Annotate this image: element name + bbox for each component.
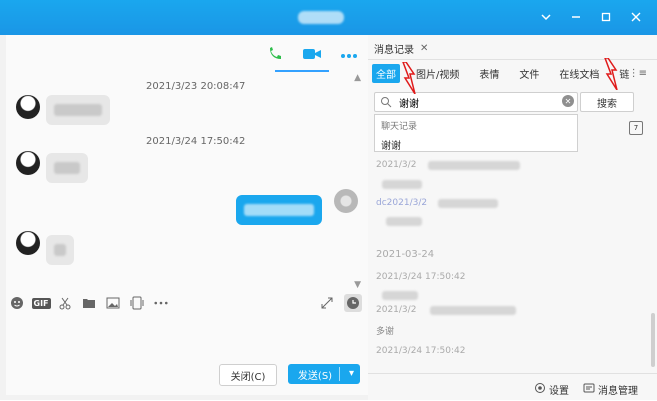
scroll-down-icon[interactable]: ▼ [354,280,361,290]
clear-icon[interactable]: ✕ [562,95,574,107]
folder-icon[interactable] [82,296,96,310]
send-button-separator [339,367,340,381]
send-button[interactable]: 发送(S) ▾ [288,364,360,384]
close-button[interactable]: 关闭(C) [219,364,277,386]
filter-more-icon[interactable]: ⋮≡ [629,68,647,79]
history-entry[interactable]: 2021/3/24 17:50:42 [376,346,465,356]
history-entry[interactable]: 2021/3/2 [376,160,416,170]
manager-icon [583,382,595,397]
search-icon [379,95,393,109]
filter-online-doc[interactable]: 在线文档 [555,64,603,83]
message-bubble-incoming[interactable] [46,153,88,183]
history-entry[interactable]: dc2021/3/2 [376,198,427,208]
history-entry-label: dc2021/3/2 [376,198,428,208]
close-icon[interactable] [629,10,643,24]
calendar-icon[interactable]: 7 [629,121,643,135]
title-bar [0,0,657,35]
expand-icon[interactable] [320,296,334,310]
history-entry-label: 2021/3/2 [376,160,417,170]
avatar[interactable] [16,231,40,255]
message-bubble-incoming[interactable] [46,95,110,125]
maximize-icon[interactable] [599,10,613,24]
emoji-icon[interactable] [10,296,24,310]
close-tab-icon[interactable]: ✕ [420,43,428,54]
filter-emoji[interactable]: 表情 [475,64,503,83]
clock-icon[interactable] [344,294,362,312]
history-entry-label: 多谢 [376,327,395,337]
more-icon[interactable] [154,296,168,310]
history-entry-blurred [386,217,422,226]
window-title-blurred [298,11,344,24]
history-entry-label: 2021/3/2 [376,305,417,315]
chat-panel: ▲ ▼ 2021/3/23 20:08:47 2021/3/24 17:50:4… [6,35,369,395]
filter-image-video[interactable]: 图片/视频 [412,64,463,83]
image-icon[interactable] [106,296,120,310]
minimize-icon[interactable] [569,10,583,24]
suggestion-item[interactable]: 谢谢 [381,137,401,152]
history-bottom-bar: 设置 消息管理 [368,373,657,401]
gif-icon[interactable]: GIF [31,296,51,310]
window-controls [539,10,643,24]
history-entry-blurred [438,199,498,208]
phone-icon[interactable] [266,45,284,66]
video-icon[interactable] [302,45,322,66]
history-search-input[interactable] [397,95,551,109]
history-entry-label: 2021/3/24 17:50:42 [376,346,466,356]
history-scrollbar[interactable] [651,313,655,367]
history-entry-blurred [382,180,422,189]
message-timestamp: 2021/3/23 20:08:47 [146,81,246,92]
search-button[interactable]: 搜索 [580,92,634,112]
message-manager-button[interactable]: 消息管理 [583,382,638,397]
history-entry[interactable]: 2021/3/24 17:50:42 [376,272,465,282]
history-entry[interactable]: 2021/3/2 [376,305,416,315]
history-entry[interactable]: 多谢 [376,324,394,337]
filter-all[interactable]: 全部 [372,64,400,83]
history-entry-blurred [428,161,520,170]
chevron-down-icon[interactable]: ▾ [349,368,354,379]
scissors-icon[interactable] [58,296,72,310]
manager-label: 消息管理 [598,386,638,397]
search-suggestion-dropdown: 聊天记录 谢谢 [374,114,578,152]
settings-icon [534,382,546,397]
screen-icon[interactable] [130,296,144,310]
avatar[interactable] [16,151,40,175]
active-call-tab-underline [275,70,329,72]
annotation-arrow [604,58,618,90]
scroll-up-icon[interactable]: ▲ [354,73,361,83]
chevron-down-icon[interactable] [539,10,553,24]
chat-call-icons [266,45,358,66]
message-timestamp: 2021/3/24 17:50:42 [146,136,246,147]
history-search-box: ✕ [374,92,578,112]
history-tab-label: 消息记录 [374,45,414,56]
history-tab[interactable]: 消息记录 ✕ [374,41,428,56]
suggestion-header: 聊天记录 [381,122,418,132]
settings-label: 设置 [549,386,569,397]
history-entry-label: 2021/3/24 17:50:42 [376,272,466,282]
chat-input-toolbar: GIF [10,294,362,312]
qq-chat-window: ▲ ▼ 2021/3/23 20:08:47 2021/3/24 17:50:4… [0,0,657,400]
settings-button[interactable]: 设置 [534,382,569,397]
filter-file[interactable]: 文件 [515,64,543,83]
annotation-arrow [402,62,416,94]
history-entry-blurred [430,306,516,315]
message-bubble-outgoing[interactable] [236,195,322,225]
avatar[interactable] [16,95,40,119]
more-icon[interactable] [340,49,358,62]
history-entry-blurred [382,291,418,300]
message-bubble-incoming[interactable] [46,235,74,265]
history-date-divider: 2021-03-24 [376,249,435,260]
avatar[interactable] [334,189,358,213]
send-button-label: 发送(S) [297,370,333,382]
